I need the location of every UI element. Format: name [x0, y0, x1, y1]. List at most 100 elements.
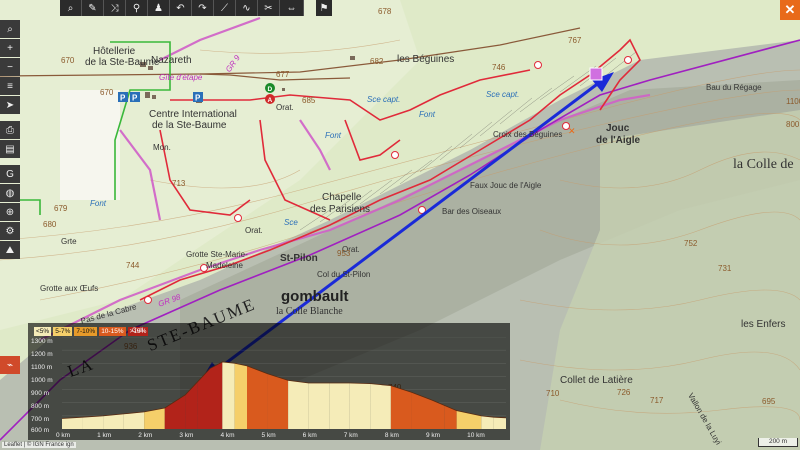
- place-label: de la Ste-Baume: [85, 57, 160, 68]
- elevation-label: 726: [617, 388, 631, 397]
- place-label: Orat.: [245, 226, 263, 235]
- x-tick-label: 2 km: [138, 432, 153, 439]
- place-label: les Béguines: [397, 54, 455, 65]
- place-label: Bar des Oiseaux: [442, 207, 502, 216]
- spline-icon[interactable]: ∿: [236, 0, 258, 16]
- route-author-label: gombault: [281, 288, 349, 305]
- svg-text:P: P: [120, 94, 126, 103]
- profile-segment: [164, 394, 186, 429]
- place-label: de la Ste-Baume: [152, 120, 227, 131]
- bike-icon[interactable]: ⚲: [126, 0, 148, 16]
- x-tick-label: 5 km: [261, 432, 276, 439]
- place-label: Nazareth: [151, 55, 192, 66]
- redo-icon[interactable]: ↷: [192, 0, 214, 16]
- profile-segment: [103, 413, 124, 429]
- layers-icon[interactable]: ≡: [0, 77, 20, 95]
- file-icon[interactable]: ▤: [0, 140, 20, 158]
- pencil-icon[interactable]: ✎: [82, 0, 104, 16]
- elevation-label: 953: [337, 249, 351, 258]
- google-icon[interactable]: G: [0, 165, 20, 183]
- legend-item: 7-10%: [74, 327, 98, 336]
- undo-icon[interactable]: ↶: [170, 0, 192, 16]
- profile-segment: [288, 380, 309, 429]
- elevation-chart-toggle-icon[interactable]: ⌁: [0, 356, 20, 374]
- locate-icon[interactable]: ➤: [0, 96, 20, 114]
- search-icon[interactable]: ⌕: [0, 20, 20, 38]
- hiker-icon[interactable]: ⛰: [0, 241, 20, 259]
- profile-segment: [210, 361, 223, 429]
- search-icon[interactable]: ⌕: [60, 0, 82, 16]
- y-tick-label: 1200 m: [31, 351, 53, 358]
- settings-icon[interactable]: ⚙: [0, 222, 20, 240]
- close-icon[interactable]: ✕: [780, 0, 800, 20]
- elevation-label: 746: [492, 63, 506, 72]
- top-toolbar: ⌕ ✎ ⤨ ⚲ ♟ ↶ ↷ ⟋ ∿ ✂ ⇔: [60, 0, 304, 16]
- place-label: des Parisiens: [310, 204, 371, 215]
- place-label: de l'Aigle: [596, 135, 641, 146]
- place-label: Sce capt.: [486, 90, 520, 99]
- place-label: la Colle Blanche: [276, 306, 343, 317]
- delete-icon[interactable]: ✂: [258, 0, 280, 16]
- x-tick-label: 10 km: [467, 432, 485, 439]
- elevation-label: 695: [762, 397, 776, 406]
- path-icon[interactable]: ⟋: [214, 0, 236, 16]
- elevation-label: 744: [126, 261, 140, 270]
- place-label: la Colle de: [733, 157, 794, 172]
- compass-icon[interactable]: ⊕: [0, 203, 20, 221]
- profile-segment: [62, 417, 83, 429]
- place-label: Col du St-Pilon: [317, 270, 371, 279]
- elevation-profile-panel: <5% 5-7% 7-10% 10-15% >15% Coll. 1300 m …: [28, 323, 510, 440]
- location-pin-icon[interactable]: ⚑: [316, 0, 332, 16]
- elevation-label: 713: [172, 179, 186, 188]
- map-attribution: Leaflet | © IGN France ign: [2, 442, 76, 448]
- profile-segment: [349, 383, 371, 429]
- place-label: Croix des Béguines: [493, 130, 563, 139]
- profile-segment: [222, 361, 235, 429]
- route-icon[interactable]: ⤨: [104, 0, 126, 16]
- elevation-label: 678: [378, 7, 392, 16]
- elevation-label: 685: [302, 96, 316, 105]
- profile-segment: [197, 368, 210, 429]
- elevation-label: 752: [684, 239, 698, 248]
- zoom-out-icon[interactable]: −: [0, 58, 20, 76]
- x-tick-label: 9 km: [426, 432, 441, 439]
- elevation-label: 767: [568, 36, 582, 45]
- elevation-profile-chart[interactable]: [62, 337, 506, 429]
- globe-icon[interactable]: ◍: [0, 184, 20, 202]
- y-tick-label: 900 m: [31, 390, 50, 397]
- elevation-label: 679: [54, 204, 68, 213]
- profile-segment: [329, 383, 350, 429]
- scale-bar: 200 m: [758, 438, 798, 447]
- x-tick-label: 7 km: [343, 432, 358, 439]
- place-label: Font: [90, 199, 107, 208]
- elevation-label: 731: [718, 264, 732, 273]
- elevation-label: 682: [370, 57, 384, 66]
- profile-segment: [247, 365, 268, 429]
- place-label: Hôtellerie: [93, 46, 136, 57]
- profile-segment: [493, 417, 506, 429]
- elevation-label: 670: [100, 88, 114, 97]
- svg-text:D: D: [268, 86, 273, 93]
- place-label: St-Pilon: [280, 253, 318, 264]
- profile-segment: [123, 411, 145, 429]
- run-icon[interactable]: ♟: [148, 0, 170, 16]
- profile-segment: [444, 405, 457, 429]
- ruler-icon[interactable]: ⇔: [280, 0, 304, 16]
- elevation-label: 717: [650, 396, 664, 405]
- x-tick-label: 0 km: [56, 432, 71, 439]
- place-label: Madeleine: [206, 261, 243, 270]
- place-label: Grotte aux Œufs: [40, 284, 99, 293]
- svg-text:P: P: [195, 94, 201, 103]
- place-label: Centre International: [149, 109, 237, 120]
- profile-segment: [82, 415, 104, 429]
- legend-item: 10-15%: [99, 327, 126, 336]
- print-icon[interactable]: ⎙: [0, 121, 20, 139]
- elevation-label: 680: [43, 220, 57, 229]
- x-tick-label: 4 km: [220, 432, 235, 439]
- place-label: Orat.: [276, 103, 294, 112]
- place-label: Font: [325, 131, 342, 140]
- place-label: Faux Jouc de l'Aigle: [470, 181, 542, 190]
- zoom-in-icon[interactable]: +: [0, 39, 20, 57]
- profile-segment: [370, 383, 391, 429]
- elevation-label: 710: [546, 389, 560, 398]
